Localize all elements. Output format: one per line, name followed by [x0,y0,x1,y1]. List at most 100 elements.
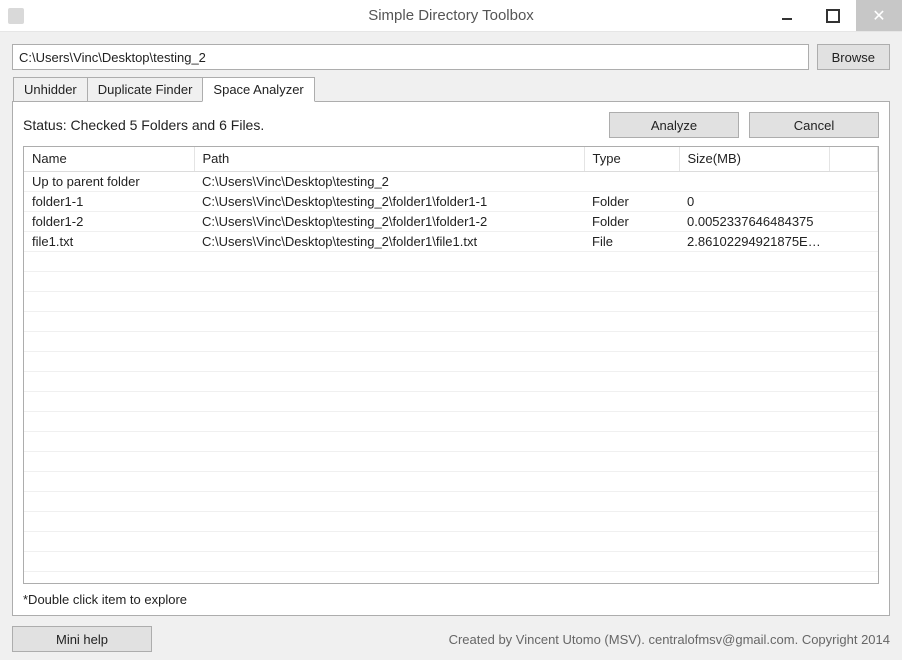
cell-empty [679,411,829,431]
table-row-empty [24,511,878,531]
analyze-button[interactable]: Analyze [609,112,739,138]
results-table: Name Path Type Size(MB) Up to parent fol… [24,147,878,584]
browse-button[interactable]: Browse [817,44,890,70]
tab-space-analyzer[interactable]: Space Analyzer [202,77,314,102]
hint-text: *Double click item to explore [23,592,879,607]
table-row[interactable]: Up to parent folderC:\Users\Vinc\Desktop… [24,171,878,191]
cell-name: Up to parent folder [24,171,194,191]
cell-empty [194,331,584,351]
cell-empty [829,351,878,371]
table-row-empty [24,391,878,411]
cell-empty [194,511,584,531]
cell-path: C:\Users\Vinc\Desktop\testing_2 [194,171,584,191]
cell-empty [679,511,829,531]
cell-empty [584,551,679,571]
panel-top-row: Status: Checked 5 Folders and 6 Files. A… [23,112,879,138]
table-row-empty [24,411,878,431]
cell-size [679,171,829,191]
cell-empty [829,411,878,431]
cell-empty [584,511,679,531]
cell-empty [194,411,584,431]
tab-unhidder[interactable]: Unhidder [13,77,88,102]
path-input[interactable] [12,44,809,70]
cell-empty [584,431,679,451]
cell-empty [584,311,679,331]
table-row-empty [24,471,878,491]
cell-empty [829,331,878,351]
cell-empty [194,251,584,271]
cell-empty [829,511,878,531]
cell-path: C:\Users\Vinc\Desktop\testing_2\folder1\… [194,191,584,211]
tab-duplicate-finder[interactable]: Duplicate Finder [87,77,204,102]
cell-empty [679,271,829,291]
table-row-empty [24,291,878,311]
cell-empty [679,571,829,584]
cell-empty [24,431,194,451]
table-row[interactable]: folder1-2C:\Users\Vinc\Desktop\testing_2… [24,211,878,231]
cell-path: C:\Users\Vinc\Desktop\testing_2\folder1\… [194,231,584,251]
status-text: Status: Checked 5 Folders and 6 Files. [23,117,264,133]
cell-empty [194,531,584,551]
cell-empty [24,291,194,311]
cell-empty [24,471,194,491]
maximize-button[interactable] [810,0,856,31]
cell-empty [829,271,878,291]
cell-empty [24,351,194,371]
cell-empty [584,451,679,471]
table-row[interactable]: file1.txtC:\Users\Vinc\Desktop\testing_2… [24,231,878,251]
cell-empty [829,431,878,451]
cell-empty [24,391,194,411]
cell-empty [679,431,829,451]
col-header-type[interactable]: Type [584,147,679,171]
cell-empty [194,571,584,584]
cell-empty [194,431,584,451]
tab-strip: Unhidder Duplicate Finder Space Analyzer [12,76,890,101]
mini-help-button[interactable]: Mini help [12,626,152,652]
table-row-empty [24,251,878,271]
cell-empty [829,291,878,311]
cell-extra [829,211,878,231]
col-header-extra[interactable] [829,147,878,171]
footer-row: Mini help Created by Vincent Utomo (MSV)… [12,626,890,652]
cell-type: File [584,231,679,251]
cell-empty [679,391,829,411]
table-row-empty [24,351,878,371]
close-button[interactable] [856,0,902,31]
cell-name: folder1-1 [24,191,194,211]
cell-empty [679,291,829,311]
cell-empty [24,451,194,471]
window-buttons [764,0,902,31]
table-row-empty [24,431,878,451]
cell-extra [829,171,878,191]
app-icon [8,8,24,24]
panel-actions: Analyze Cancel [609,112,879,138]
col-header-size[interactable]: Size(MB) [679,147,829,171]
cell-size: 2.86102294921875E-06 [679,231,829,251]
col-header-path[interactable]: Path [194,147,584,171]
cell-empty [24,511,194,531]
cell-extra [829,231,878,251]
cell-empty [829,311,878,331]
cell-type [584,171,679,191]
cell-empty [584,371,679,391]
cell-empty [24,311,194,331]
cell-path: C:\Users\Vinc\Desktop\testing_2\folder1\… [194,211,584,231]
client-area: Browse Unhidder Duplicate Finder Space A… [0,32,902,660]
cell-empty [584,271,679,291]
cell-name: file1.txt [24,231,194,251]
cell-empty [829,491,878,511]
path-row: Browse [12,44,890,70]
cell-empty [679,311,829,331]
table-row-empty [24,451,878,471]
cancel-button[interactable]: Cancel [749,112,879,138]
cell-empty [584,411,679,431]
minimize-button[interactable] [764,0,810,31]
table-row[interactable]: folder1-1C:\Users\Vinc\Desktop\testing_2… [24,191,878,211]
cell-empty [584,571,679,584]
cell-empty [584,491,679,511]
cell-empty [679,471,829,491]
col-header-name[interactable]: Name [24,147,194,171]
cell-empty [679,351,829,371]
cell-empty [24,251,194,271]
cell-type: Folder [584,191,679,211]
